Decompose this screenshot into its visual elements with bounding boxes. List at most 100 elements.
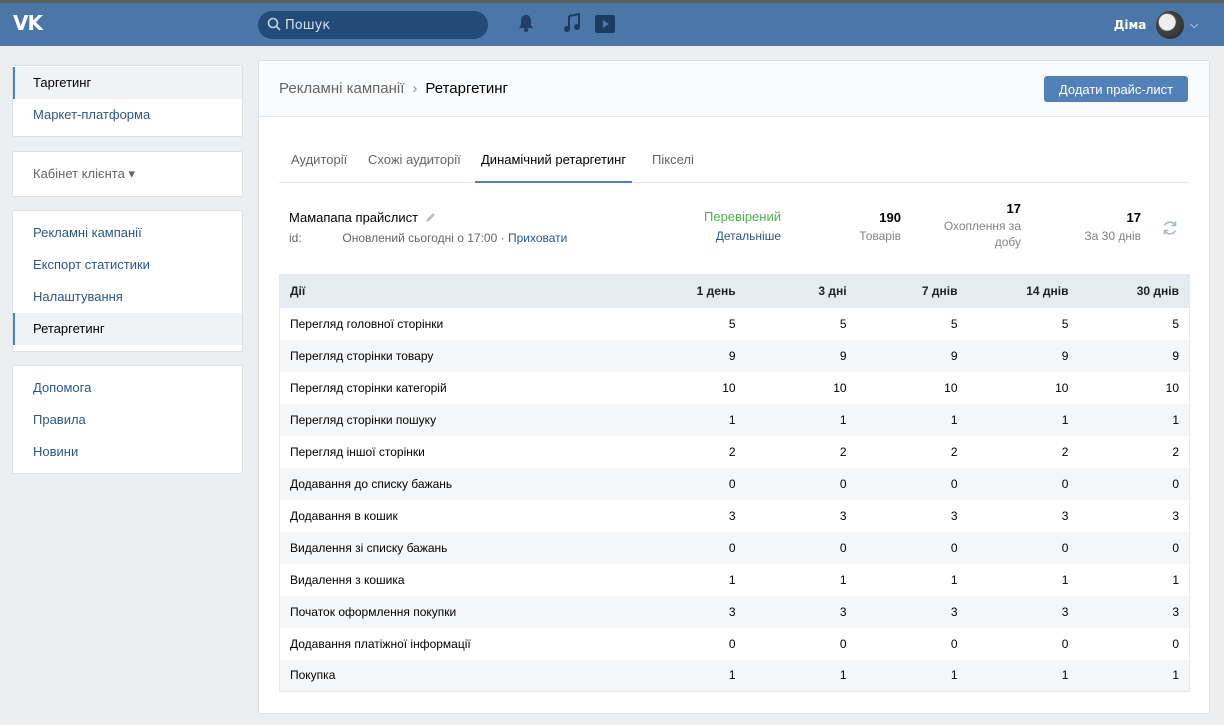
client-cabinet-dropdown[interactable]: Кабінет клієнта ▾ bbox=[13, 158, 242, 190]
refresh-icon[interactable] bbox=[1161, 219, 1179, 237]
sidebar-group-client: Кабінет клієнта ▾ bbox=[12, 151, 243, 197]
cell-value: 5 bbox=[1172, 316, 1179, 331]
tabs: Аудиторії Схожі аудиторії Динамічний рет… bbox=[279, 144, 1189, 183]
reach-label-line2: добу bbox=[994, 235, 1021, 249]
cell-value: 3 bbox=[950, 508, 958, 523]
table-row: Видалення з кошика 1 1 1 1 1 bbox=[280, 564, 1190, 596]
cell-value: 2 bbox=[1061, 444, 1069, 459]
cell-value: 10 bbox=[1165, 380, 1179, 395]
sidebar-item-targeting[interactable]: Таргетинг bbox=[13, 67, 242, 99]
sidebar-item-campaigns[interactable]: Рекламні кампанії bbox=[13, 217, 242, 249]
cell-value: 1 bbox=[634, 403, 746, 436]
user-menu[interactable]: Діма ⌵ bbox=[1114, 10, 1198, 40]
cell-value: 1 bbox=[745, 403, 857, 436]
cell-value: 0 bbox=[634, 531, 746, 564]
cell-value: 1 bbox=[839, 572, 847, 587]
sidebar-group-targeting: Таргетинг Маркет-платформа bbox=[12, 65, 243, 137]
tab-dynamic-retargeting[interactable]: Динамічний ретаргетинг bbox=[475, 144, 633, 183]
sidebar-item-settings[interactable]: Налаштування bbox=[13, 281, 242, 313]
sidebar-item-rules[interactable]: Правила bbox=[13, 404, 242, 436]
page-header: Рекламні кампанії › Ретаргетинг Додати пра… bbox=[259, 61, 1209, 117]
table-header-row: Дії 1 день 3 дні 7 днів 14 днів 30 днів bbox=[279, 274, 1190, 308]
add-pricelist-button[interactable]: Додати прайс-лист bbox=[1044, 76, 1188, 102]
cell-value: 3 bbox=[1172, 508, 1179, 523]
action-name: Видалення зі списку бажань bbox=[279, 531, 635, 564]
col-30days: 30 днів bbox=[1078, 274, 1190, 308]
breadcrumb-campaigns[interactable]: Рекламні кампанії bbox=[279, 80, 404, 97]
cell-value: 1 bbox=[967, 403, 1079, 436]
table-row: Додавання в кошик 3 3 3 3 3 bbox=[280, 500, 1190, 532]
goods-label: Товарів bbox=[859, 229, 901, 243]
details-link[interactable]: Детальніше bbox=[679, 229, 781, 243]
cell-value: 9 bbox=[1078, 339, 1190, 372]
status-verified: Перевірений bbox=[704, 209, 781, 224]
period-label: За 30 днів bbox=[1084, 229, 1141, 243]
sidebar-item-news[interactable]: Новини bbox=[13, 436, 242, 468]
cell-value: 0 bbox=[856, 531, 968, 564]
cell-value: 1 bbox=[856, 659, 968, 692]
tab-pixels[interactable]: Пікселі bbox=[646, 144, 700, 183]
music-icon[interactable] bbox=[563, 13, 581, 33]
cell-value: 1 bbox=[1172, 572, 1179, 587]
cell-value: 5 bbox=[839, 316, 847, 331]
action-name: Додавання платіжної інформації bbox=[290, 636, 471, 651]
cell-value: 1 bbox=[728, 572, 736, 587]
cell-value: 1 bbox=[856, 403, 968, 436]
table-row: Перегляд сторінки товару 9 9 9 9 9 bbox=[279, 339, 1190, 372]
cell-value: 0 bbox=[634, 467, 746, 500]
hide-link[interactable]: Приховати bbox=[508, 231, 567, 245]
sidebar-item-export-stats[interactable]: Експорт статистики bbox=[13, 249, 242, 281]
reach-stat: 17 Охоплення за добу bbox=[919, 201, 1021, 250]
table-row: Додавання платіжної інформації 0 0 0 0 0 bbox=[280, 628, 1190, 660]
action-name: Додавання до списку бажань bbox=[279, 467, 635, 500]
vk-logo-icon[interactable]: VK bbox=[13, 12, 47, 34]
search-input[interactable] bbox=[285, 11, 480, 39]
action-name: Додавання в кошик bbox=[290, 508, 398, 523]
table-row: Перегляд сторінки категорій 10 10 10 10 10 bbox=[280, 372, 1190, 404]
reach-label-line1: Охоплення за bbox=[943, 219, 1021, 233]
cell-value: 9 bbox=[967, 339, 1079, 372]
sidebar-item-retargeting[interactable]: Ретаргетинг bbox=[13, 313, 242, 345]
search-box[interactable] bbox=[258, 11, 488, 39]
cell-value: 9 bbox=[745, 339, 857, 372]
sidebar-item-market-platform[interactable]: Маркет-платформа bbox=[13, 99, 242, 131]
cell-value: 3 bbox=[1078, 595, 1190, 628]
table-body: Перегляд головної сторінки 5 5 5 5 5 Перегляд… bbox=[279, 308, 1190, 692]
search-icon bbox=[267, 17, 281, 31]
table-row: Перегляд сторінки пошуку 1 1 1 1 1 bbox=[279, 403, 1190, 436]
breadcrumb-current: Ретаргетинг bbox=[425, 80, 508, 97]
cell-value: 0 bbox=[745, 531, 857, 564]
col-14days: 14 днів bbox=[967, 274, 1079, 308]
actions-table: Дії 1 день 3 дні 7 днів 14 днів 30 днів … bbox=[279, 274, 1190, 692]
action-name: Перегляд сторінки категорій bbox=[290, 380, 447, 395]
top-bar: VK Діма ⌵ bbox=[0, 0, 1224, 46]
cell-value: 3 bbox=[856, 595, 968, 628]
cell-value: 5 bbox=[950, 316, 958, 331]
table-row: Додавання до списку бажань 0 0 0 0 0 bbox=[279, 467, 1190, 500]
cell-value: 5 bbox=[728, 316, 736, 331]
action-name: Покупка bbox=[279, 659, 635, 692]
period-count: 17 bbox=[1126, 210, 1141, 225]
tab-audiences[interactable]: Аудиторії bbox=[285, 144, 353, 183]
cell-value: 0 bbox=[1061, 636, 1069, 651]
action-name: Перегляд іншої сторінки bbox=[290, 444, 425, 459]
cell-value: 2 bbox=[1172, 444, 1179, 459]
cell-value: 1 bbox=[950, 572, 958, 587]
tab-similar-audiences[interactable]: Схожі аудиторії bbox=[362, 144, 467, 183]
sidebar-group-help: Допомога Правила Новини bbox=[12, 365, 243, 474]
table-row: Покупка 1 1 1 1 1 bbox=[279, 659, 1190, 692]
video-icon[interactable] bbox=[593, 13, 617, 35]
cell-value: 0 bbox=[950, 636, 958, 651]
table-row: Перегляд головної сторінки 5 5 5 5 5 bbox=[280, 308, 1190, 340]
edit-pencil-icon[interactable] bbox=[425, 212, 436, 223]
cell-value: 9 bbox=[634, 339, 746, 372]
cell-value: 3 bbox=[967, 595, 1079, 628]
cell-value: 1 bbox=[1078, 659, 1190, 692]
cell-value: 0 bbox=[856, 467, 968, 500]
cell-value: 0 bbox=[1078, 467, 1190, 500]
cell-value: 0 bbox=[839, 636, 847, 651]
sidebar-item-help[interactable]: Допомога bbox=[13, 372, 242, 404]
goods-count: 190 bbox=[879, 210, 901, 225]
pricelist-id-label: id: bbox=[289, 231, 302, 245]
bell-icon[interactable] bbox=[517, 13, 535, 33]
